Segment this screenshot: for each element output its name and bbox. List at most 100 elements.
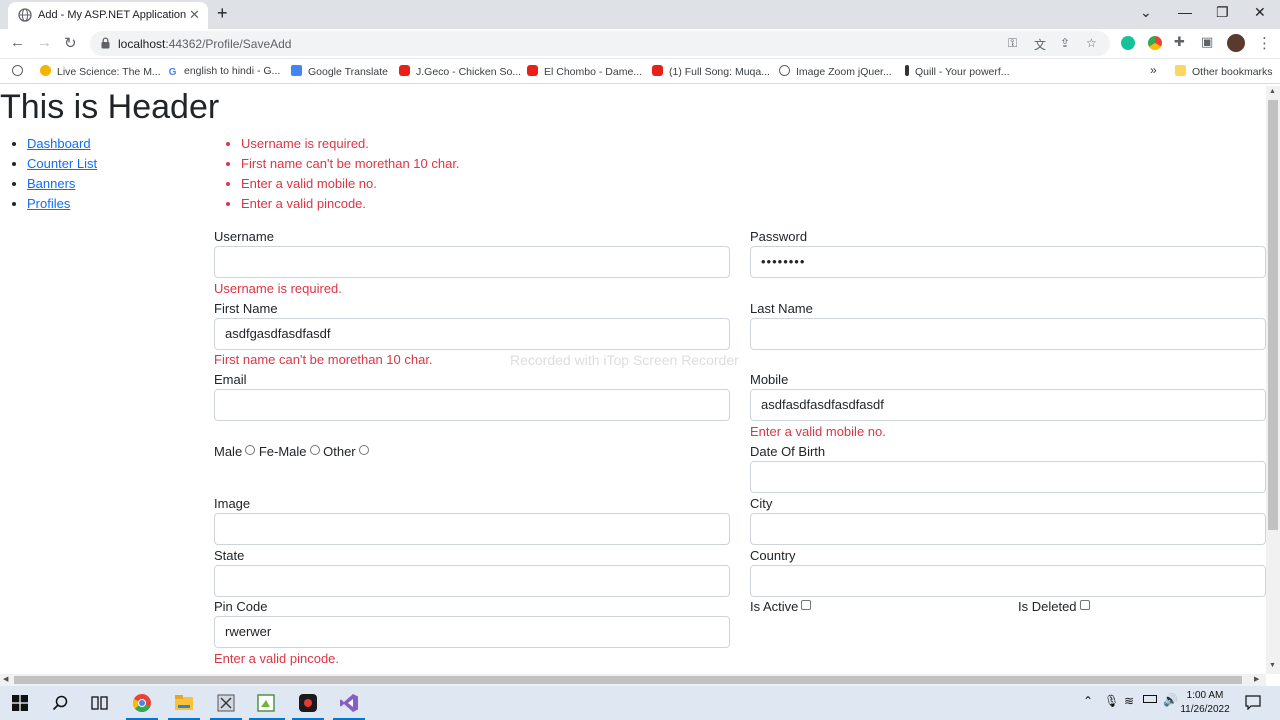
- menu-kebab-icon[interactable]: ⋮: [1257, 34, 1272, 52]
- recorder-watermark: Recorded with iTop Screen Recorder: [510, 352, 739, 368]
- youtube-icon: [399, 65, 410, 76]
- bookmark-item[interactable]: Quill - Your powerf...: [905, 65, 1010, 78]
- bookmark-item[interactable]: (1) Full Song: Muqa...: [652, 65, 770, 78]
- address-bar[interactable]: localhost:44362/Profile/SaveAdd ⚿ 文 ⇪ ☆: [90, 31, 1110, 56]
- gender-male-radio[interactable]: [245, 445, 256, 455]
- scroll-up-icon[interactable]: ▲: [1269, 88, 1276, 95]
- dob-input[interactable]: [750, 461, 1266, 493]
- volume-icon[interactable]: 🔊: [1163, 693, 1178, 707]
- last-name-input[interactable]: [750, 318, 1266, 350]
- apps-globe-icon[interactable]: [12, 65, 29, 78]
- tab-search-icon[interactable]: ⌄: [1140, 4, 1152, 21]
- image-input[interactable]: [214, 513, 730, 545]
- wifi-icon[interactable]: ≋: [1124, 694, 1134, 708]
- other-bookmarks[interactable]: Other bookmarks: [1175, 65, 1273, 78]
- tab-title: Add - My ASP.NET Application: [38, 9, 187, 21]
- profile-avatar[interactable]: [1227, 34, 1245, 52]
- clock-date: 11/26/2022: [1180, 704, 1230, 715]
- browser-tab-bar: Add - My ASP.NET Application ✕ + ⌄ — ❐ ✕: [0, 0, 1280, 29]
- scroll-right-icon[interactable]: ▶: [1254, 675, 1259, 683]
- windows-start-icon[interactable]: [12, 695, 28, 711]
- minimize-icon[interactable]: —: [1178, 4, 1192, 20]
- gender-male-label: Male: [214, 444, 243, 459]
- file-explorer-icon[interactable]: [174, 693, 194, 713]
- is-active-checkbox[interactable]: [801, 600, 812, 610]
- back-icon[interactable]: ←: [10, 34, 25, 51]
- first-name-input[interactable]: asdfgasdfasdfasdf: [214, 318, 730, 350]
- share-icon[interactable]: ⇪: [1060, 36, 1070, 50]
- bookmark-item[interactable]: El Chombo - Dame...: [527, 65, 642, 78]
- snipping-tool-icon[interactable]: [216, 693, 236, 713]
- system-clock[interactable]: 1:00 AM 11/26/2022: [1178, 689, 1232, 717]
- is-deleted-checkbox[interactable]: [1079, 600, 1090, 610]
- first-name-error: First name can't be morethan 10 char.: [214, 352, 433, 367]
- bookmark-star-icon[interactable]: ☆: [1086, 36, 1097, 50]
- search-icon[interactable]: [52, 695, 68, 711]
- vertical-scrollbar[interactable]: ▲ ▼: [1266, 86, 1280, 674]
- pincode-input[interactable]: rwerwer: [214, 616, 730, 648]
- page-content: This is Header Dashboard Counter List Ba…: [0, 86, 1266, 674]
- validation-message: Enter a valid mobile no.: [241, 176, 460, 196]
- scroll-down-icon[interactable]: ▼: [1269, 662, 1276, 669]
- email-input[interactable]: [214, 389, 730, 421]
- gender-female-radio[interactable]: [309, 445, 320, 455]
- is-active-group: Is Active: [750, 599, 812, 614]
- password-input[interactable]: ••••••••: [750, 246, 1266, 278]
- validation-message: Username is required.: [241, 136, 460, 156]
- screen-recorder-icon[interactable]: [298, 693, 318, 713]
- horizontal-scrollbar[interactable]: ◀ ▶: [0, 674, 1266, 686]
- maximize-icon[interactable]: ❐: [1216, 4, 1229, 21]
- first-name-label: First Name: [214, 301, 278, 316]
- extensions-puzzle-icon[interactable]: ✚: [1174, 34, 1185, 50]
- more-bookmarks-chevron-icon[interactable]: »: [1150, 63, 1157, 77]
- side-panel-icon[interactable]: ▣: [1201, 34, 1213, 50]
- pincode-label: Pin Code: [214, 599, 268, 614]
- translate-icon[interactable]: 文: [1034, 36, 1046, 53]
- state-input[interactable]: [214, 565, 730, 597]
- gender-other-radio[interactable]: [358, 445, 369, 455]
- youtube-icon: [527, 65, 538, 76]
- email-label: Email: [214, 372, 247, 387]
- nav-item: Counter List: [27, 156, 97, 176]
- close-window-icon[interactable]: ✕: [1254, 4, 1266, 21]
- nav-link-dashboard[interactable]: Dashboard: [27, 136, 91, 151]
- scroll-left-icon[interactable]: ◀: [3, 675, 8, 683]
- mobile-error: Enter a valid mobile no.: [750, 424, 886, 439]
- paint-icon[interactable]: [256, 693, 276, 713]
- mobile-input[interactable]: asdfasdfasdfasdfasdf: [750, 389, 1266, 421]
- bookmark-item[interactable]: Image Zoom jQuer...: [779, 65, 892, 78]
- bookmark-item[interactable]: Google Translate: [291, 65, 388, 78]
- notifications-icon[interactable]: [1245, 695, 1261, 710]
- task-view-icon[interactable]: [91, 695, 108, 711]
- state-label: State: [214, 548, 245, 563]
- quill-icon: [905, 65, 909, 76]
- nav-link-banners[interactable]: Banners: [27, 176, 75, 191]
- bookmark-item[interactable]: Live Science: The M...: [40, 65, 161, 78]
- bookmark-item[interactable]: J.Geco - Chicken So...: [399, 65, 521, 78]
- key-icon[interactable]: ⚿: [1008, 36, 1017, 51]
- grammarly-icon[interactable]: [1121, 36, 1135, 50]
- bookmark-item[interactable]: Genglish to hindi - G...: [167, 65, 280, 78]
- reload-icon[interactable]: ↻: [64, 34, 77, 52]
- city-label: City: [750, 496, 773, 511]
- new-tab-icon[interactable]: +: [217, 3, 228, 24]
- microphone-icon[interactable]: 🎙: [1104, 694, 1119, 708]
- battery-icon[interactable]: [1143, 695, 1157, 703]
- browser-tab[interactable]: Add - My ASP.NET Application ✕: [8, 2, 208, 29]
- city-input[interactable]: [750, 513, 1266, 545]
- horizontal-scroll-thumb[interactable]: [14, 676, 1242, 684]
- windows-taskbar: ⌃ 🎙 ≋ 🔊 1:00 AM 11/26/2022: [0, 686, 1280, 720]
- nav-link-counter-list[interactable]: Counter List: [27, 156, 97, 171]
- vertical-scroll-thumb[interactable]: [1268, 100, 1278, 530]
- globe-icon: [18, 8, 32, 22]
- country-input[interactable]: [750, 565, 1266, 597]
- chrome-icon[interactable]: [132, 693, 152, 713]
- chrome-extension-icon[interactable]: [1148, 36, 1162, 50]
- show-hidden-icons-chevron-icon[interactable]: ⌃: [1083, 694, 1093, 708]
- username-input[interactable]: [214, 246, 730, 278]
- nav-link-profiles[interactable]: Profiles: [27, 196, 70, 211]
- close-tab-icon[interactable]: ✕: [189, 7, 200, 23]
- google-icon: G: [167, 67, 178, 78]
- visual-studio-icon[interactable]: [339, 693, 359, 713]
- forward-icon[interactable]: →: [37, 34, 52, 51]
